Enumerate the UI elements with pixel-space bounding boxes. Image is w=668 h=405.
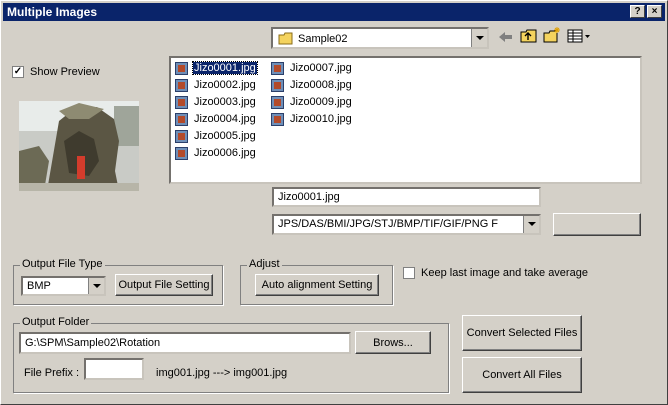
- folder-combo[interactable]: Sample02: [271, 27, 489, 49]
- show-preview-label: Show Preview: [30, 66, 100, 78]
- file-prefix-input[interactable]: [84, 358, 144, 380]
- list-item[interactable]: Jizo0008.jpg: [271, 78, 353, 93]
- convert-selected-files-button[interactable]: Convert Selected Files: [462, 315, 582, 351]
- folder-combo-dropdown[interactable]: [471, 29, 487, 47]
- image-file-icon: [271, 62, 284, 75]
- list-item[interactable]: Jizo0004.jpg: [175, 112, 257, 127]
- chevron-down-icon: [92, 283, 101, 288]
- list-item[interactable]: Jizo0005.jpg: [175, 129, 257, 144]
- prefix-example-text: img001.jpg ---> img001.jpg: [156, 367, 288, 379]
- image-file-icon: [175, 62, 188, 75]
- output-folder-legend: Output Folder: [20, 316, 92, 328]
- show-preview-checkbox[interactable]: ✓: [12, 66, 24, 78]
- close-button[interactable]: ×: [647, 5, 662, 18]
- filetype-filter-dropdown[interactable]: [523, 216, 539, 233]
- filetype-filter-combo[interactable]: JPS/DAS/BMI/JPG/STJ/BMP/TIF/GIF/PNG F: [272, 214, 541, 235]
- list-item[interactable]: Jizo0010.jpg: [271, 112, 353, 127]
- new-folder-icon[interactable]: [543, 27, 561, 44]
- chevron-down-icon: [527, 222, 536, 226]
- list-item[interactable]: Jizo0007.jpg: [271, 61, 353, 76]
- output-file-type-dropdown[interactable]: [88, 278, 104, 294]
- image-file-icon: [175, 130, 188, 143]
- browse-button[interactable]: Brows...: [355, 331, 431, 354]
- list-item[interactable]: Jizo0001.jpg: [175, 61, 258, 76]
- output-file-type-legend: Output File Type: [20, 258, 105, 270]
- image-file-icon: [175, 147, 188, 160]
- back-arrow-icon[interactable]: [498, 30, 514, 44]
- dialog-window: Multiple Images ? × Sample02 ✓ Show Prev…: [0, 0, 668, 405]
- image-file-icon: [271, 96, 284, 109]
- blank-button[interactable]: [553, 213, 641, 236]
- image-file-icon: [271, 79, 284, 92]
- folder-combo-value: Sample02: [298, 33, 348, 45]
- keep-last-label: Keep last image and take average: [421, 267, 588, 279]
- output-folder-path-input[interactable]: G:\SPM\Sample02\Rotation: [19, 332, 351, 354]
- file-list[interactable]: Jizo0001.jpg Jizo0002.jpg Jizo0003.jpg J…: [169, 56, 642, 184]
- filename-input[interactable]: Jizo0001.jpg: [272, 187, 541, 207]
- image-file-icon: [271, 113, 284, 126]
- help-button[interactable]: ?: [630, 5, 645, 18]
- up-folder-icon[interactable]: [520, 28, 538, 44]
- folder-icon: [278, 32, 293, 45]
- view-menu-icon[interactable]: [567, 29, 591, 43]
- image-file-icon: [175, 96, 188, 109]
- list-item[interactable]: Jizo0003.jpg: [175, 95, 257, 110]
- image-file-icon: [175, 113, 188, 126]
- window-title: Multiple Images: [7, 5, 98, 19]
- chevron-down-icon: [475, 35, 484, 40]
- file-prefix-label: File Prefix :: [24, 367, 80, 379]
- image-file-icon: [175, 79, 188, 92]
- keep-last-checkbox[interactable]: [403, 267, 415, 279]
- list-item[interactable]: Jizo0002.jpg: [175, 78, 257, 93]
- convert-all-files-button[interactable]: Convert All Files: [462, 357, 582, 393]
- output-file-type-combo[interactable]: BMP: [21, 276, 106, 296]
- preview-image: [19, 101, 139, 191]
- list-item[interactable]: Jizo0006.jpg: [175, 146, 257, 161]
- list-item[interactable]: Jizo0009.jpg: [271, 95, 353, 110]
- adjust-legend: Adjust: [247, 258, 282, 270]
- auto-alignment-setting-button[interactable]: Auto alignment Setting: [255, 274, 379, 296]
- title-bar[interactable]: Multiple Images ? ×: [3, 3, 665, 21]
- output-file-setting-button[interactable]: Output File Setting: [115, 274, 213, 296]
